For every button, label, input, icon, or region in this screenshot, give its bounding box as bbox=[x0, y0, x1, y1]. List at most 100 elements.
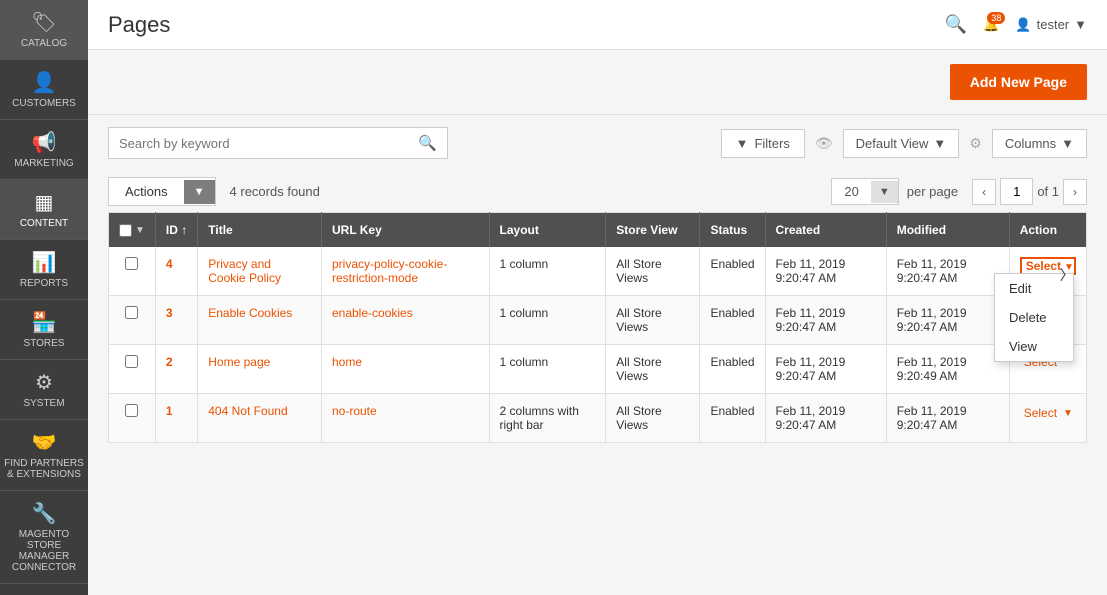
sidebar-item-connector[interactable]: 🔧 MAGENTO STORE MANAGER CONNECTOR bbox=[0, 491, 88, 584]
th-action: Action bbox=[1009, 213, 1086, 248]
search-input[interactable] bbox=[119, 136, 418, 151]
select-dropdown-menu: EditDeleteView bbox=[994, 273, 1074, 362]
table-header-row: ▼ ID ↑ Title URL Key Layout Store View S… bbox=[109, 213, 1087, 248]
topbar: Pages 🔍 🔔 38 👤 tester ▼ bbox=[88, 0, 1107, 50]
sidebar: 🏷 CATALOG 👤 CUSTOMERS 📢 MARKETING ▦ CONT… bbox=[0, 0, 88, 595]
actions-dropdown[interactable]: Actions ▼ bbox=[108, 177, 216, 206]
actions-arrow-icon: ▼ bbox=[184, 180, 215, 204]
select-arrow-icon[interactable]: ▼ bbox=[1064, 262, 1074, 273]
catalog-icon: 🏷 bbox=[31, 10, 56, 35]
system-icon: ⚙ bbox=[35, 370, 53, 395]
select-dropdown-wrap: Select▼EditDeleteView bbox=[1020, 257, 1076, 275]
select-arrow-icon[interactable]: ▼ bbox=[1063, 408, 1073, 419]
user-menu-button[interactable]: 👤 tester ▼ bbox=[1015, 17, 1087, 33]
default-view-button[interactable]: Default View ▼ bbox=[843, 129, 960, 158]
marketing-icon: 📢 bbox=[32, 130, 57, 155]
row-action-cell: Select▼ bbox=[1009, 394, 1086, 443]
notifications-button[interactable]: 🔔 38 bbox=[983, 17, 999, 33]
page-title: Pages bbox=[108, 12, 170, 38]
current-page: 1 bbox=[1000, 178, 1033, 205]
row-title[interactable]: Home page bbox=[198, 345, 322, 394]
filters-button[interactable]: ▼ Filters bbox=[721, 129, 805, 158]
row-created: Feb 11, 2019 9:20:47 AM bbox=[765, 247, 886, 296]
action-bar: Add New Page bbox=[88, 50, 1107, 115]
sidebar-item-label: CONTENT bbox=[20, 218, 68, 229]
sidebar-item-partners[interactable]: 🤝 FIND PARTNERS & EXTENSIONS bbox=[0, 420, 88, 491]
prev-page-button[interactable]: ‹ bbox=[972, 179, 996, 205]
row-title[interactable]: Privacy and Cookie Policy bbox=[198, 247, 322, 296]
sidebar-item-label: SYSTEM bbox=[23, 398, 64, 409]
perpage-select[interactable]: 20 ▼ bbox=[831, 178, 898, 205]
view-chevron-icon: ▼ bbox=[933, 136, 946, 151]
columns-button[interactable]: Columns ▼ bbox=[992, 129, 1087, 158]
sidebar-item-content[interactable]: ▦ CONTENT bbox=[0, 180, 88, 240]
sidebar-item-reports[interactable]: 📊 REPORTS bbox=[0, 240, 88, 300]
row-checkbox[interactable] bbox=[125, 257, 138, 270]
perpage-arrow-icon[interactable]: ▼ bbox=[871, 181, 898, 203]
row-action-cell: Select▼EditDeleteView〉 bbox=[1009, 247, 1086, 296]
row-checkbox-cell bbox=[109, 394, 156, 443]
th-select-all: ▼ bbox=[109, 213, 156, 248]
table-row: 1404 Not Foundno-route2 columns with rig… bbox=[109, 394, 1087, 443]
row-store-view: All Store Views bbox=[606, 247, 700, 296]
user-chevron-icon: ▼ bbox=[1074, 17, 1087, 32]
sidebar-item-label: MARKETING bbox=[14, 158, 73, 169]
sidebar-item-label: REPORTS bbox=[20, 278, 68, 289]
sidebar-item-system[interactable]: ⚙ SYSTEM bbox=[0, 360, 88, 420]
columns-chevron-icon: ▼ bbox=[1061, 136, 1074, 151]
table-row: 2Home pagehome1 columnAll Store ViewsEna… bbox=[109, 345, 1087, 394]
table-row: 3Enable Cookiesenable-cookies1 columnAll… bbox=[109, 296, 1087, 345]
sidebar-item-label: CATALOG bbox=[21, 38, 67, 49]
row-url-key[interactable]: enable-cookies bbox=[321, 296, 489, 345]
row-checkbox-cell bbox=[109, 345, 156, 394]
row-id: 2 bbox=[155, 345, 197, 394]
sidebar-item-stores[interactable]: 🏪 STORES bbox=[0, 300, 88, 360]
row-checkbox[interactable] bbox=[125, 355, 138, 368]
row-store-view: All Store Views bbox=[606, 345, 700, 394]
default-view-label: Default View bbox=[856, 136, 929, 151]
stores-icon: 🏪 bbox=[32, 310, 57, 335]
select-btn-wrap: Select▼ bbox=[1020, 404, 1073, 422]
table-wrap: ▼ ID ↑ Title URL Key Layout Store View S… bbox=[88, 212, 1107, 463]
row-url-key[interactable]: privacy-policy-cookie-restriction-mode bbox=[321, 247, 489, 296]
select-menu-item-view[interactable]: View bbox=[995, 332, 1073, 361]
row-store-view: All Store Views bbox=[606, 394, 700, 443]
select-menu-item-delete[interactable]: Delete bbox=[995, 303, 1073, 332]
add-new-page-button[interactable]: Add New Page bbox=[950, 64, 1087, 100]
th-url-key: URL Key bbox=[321, 213, 489, 248]
user-icon: 👤 bbox=[1015, 17, 1031, 33]
row-url-key[interactable]: home bbox=[321, 345, 489, 394]
row-layout: 1 column bbox=[489, 296, 606, 345]
notif-badge: 38 bbox=[987, 12, 1005, 24]
table-row: 4Privacy and Cookie Policyprivacy-policy… bbox=[109, 247, 1087, 296]
sidebar-item-customers[interactable]: 👤 CUSTOMERS bbox=[0, 60, 88, 120]
pages-table: ▼ ID ↑ Title URL Key Layout Store View S… bbox=[108, 212, 1087, 443]
sidebar-item-label: MAGENTO STORE MANAGER CONNECTOR bbox=[4, 529, 84, 573]
row-title[interactable]: 404 Not Found bbox=[198, 394, 322, 443]
columns-label: Columns bbox=[1005, 136, 1056, 151]
search-icon: 🔍 bbox=[418, 134, 437, 152]
th-id: ID ↑ bbox=[155, 213, 197, 248]
row-checkbox[interactable] bbox=[125, 306, 138, 319]
sidebar-item-marketing[interactable]: 📢 MARKETING bbox=[0, 120, 88, 180]
next-page-button[interactable]: › bbox=[1063, 179, 1087, 205]
row-url-key[interactable]: no-route bbox=[321, 394, 489, 443]
row-modified: Feb 11, 2019 9:20:49 AM bbox=[886, 345, 1009, 394]
row-status: Enabled bbox=[700, 345, 765, 394]
select-all-checkbox[interactable] bbox=[119, 224, 132, 237]
row-modified: Feb 11, 2019 9:20:47 AM bbox=[886, 394, 1009, 443]
connector-icon: 🔧 bbox=[32, 501, 57, 526]
row-checkbox[interactable] bbox=[125, 404, 138, 417]
search-icon[interactable]: 🔍 bbox=[945, 14, 967, 35]
select-menu-item-edit[interactable]: Edit bbox=[995, 274, 1073, 303]
search-box: 🔍 bbox=[108, 127, 448, 159]
row-status: Enabled bbox=[700, 247, 765, 296]
th-layout: Layout bbox=[489, 213, 606, 248]
select-button[interactable]: Select bbox=[1020, 404, 1061, 422]
pagination: ‹ 1 of 1 › bbox=[972, 178, 1087, 205]
content-area: Add New Page 🔍 ▼ Filters 👁 Default View … bbox=[88, 50, 1107, 595]
row-title[interactable]: Enable Cookies bbox=[198, 296, 322, 345]
sidebar-item-catalog[interactable]: 🏷 CATALOG bbox=[0, 0, 88, 60]
username-label: tester bbox=[1037, 17, 1070, 32]
content-icon: ▦ bbox=[35, 190, 54, 215]
